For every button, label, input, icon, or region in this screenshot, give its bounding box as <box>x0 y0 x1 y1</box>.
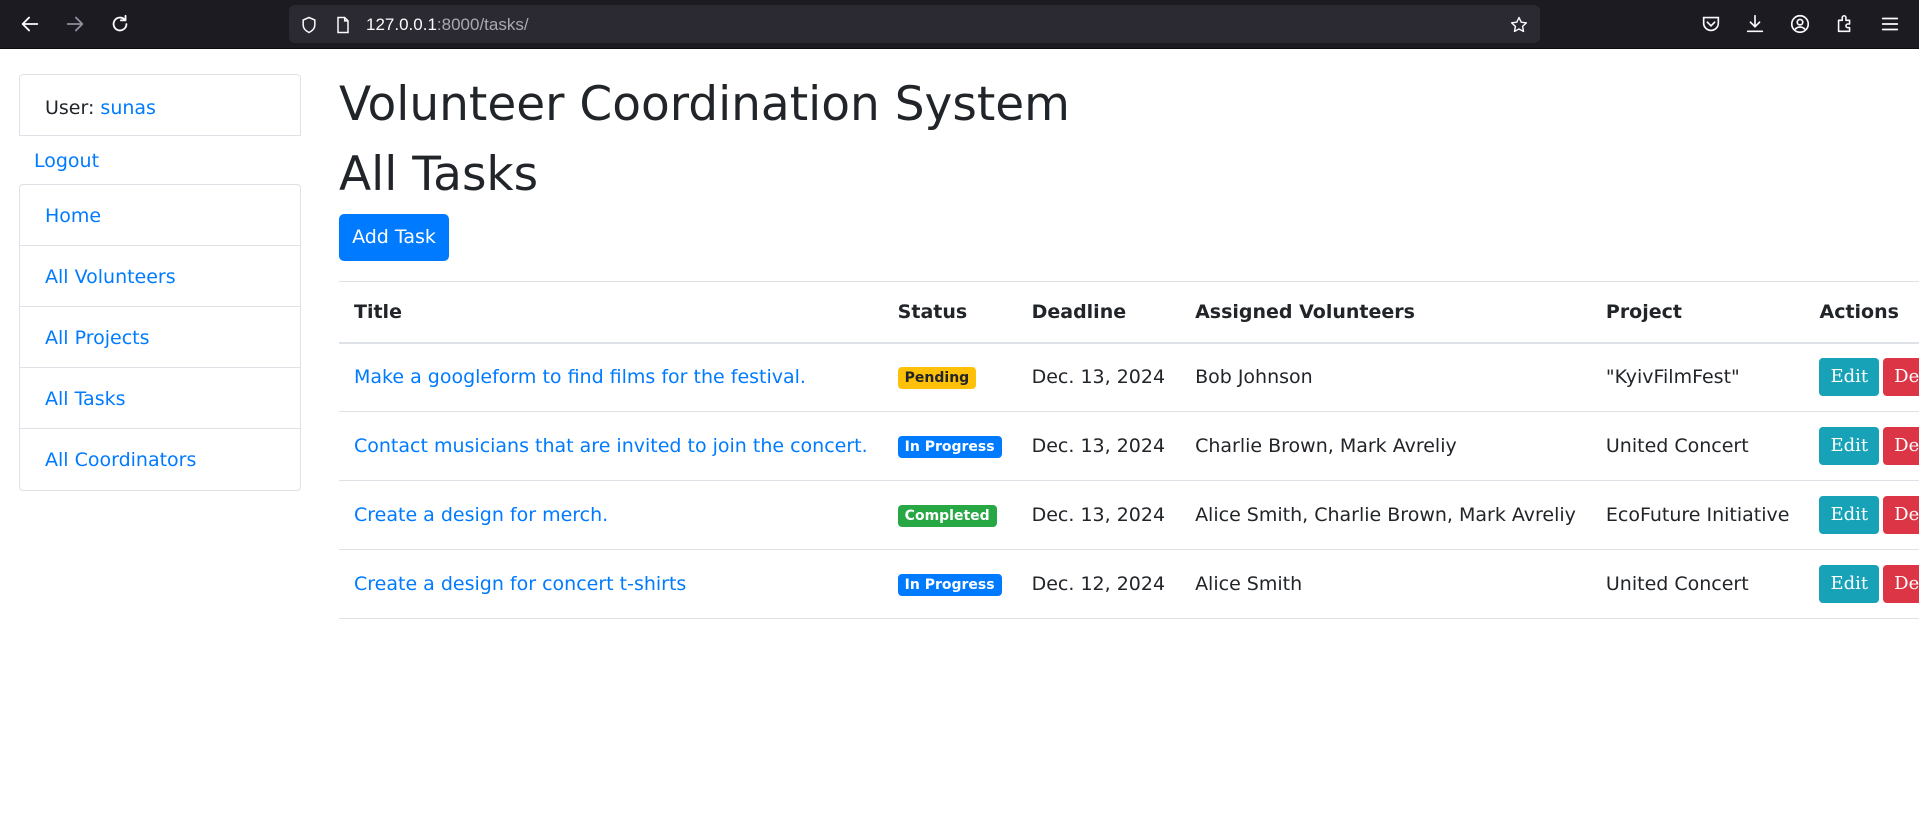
pocket-icon[interactable] <box>1699 12 1723 36</box>
sidebar-item-all-projects[interactable]: All Projects <box>20 307 300 368</box>
delete-button[interactable]: Delete <box>1883 358 1919 397</box>
user-info: User: sunas <box>19 74 301 136</box>
sidebar-nav: Home All Volunteers All Projects All Tas… <box>19 184 301 491</box>
status-badge: In Progress <box>897 574 1002 596</box>
edit-button[interactable]: Edit <box>1819 565 1880 603</box>
edit-button[interactable]: Edit <box>1819 427 1880 465</box>
edit-button[interactable]: Edit <box>1819 496 1880 534</box>
table-header-row: Title Status Deadline Assigned Volunteer… <box>339 281 1919 344</box>
task-title-link[interactable]: Contact musicians that are invited to jo… <box>354 435 868 457</box>
table-row: Make a googleform to find films for the … <box>339 342 1919 412</box>
sidebar-item-home[interactable]: Home <box>20 185 300 246</box>
add-task-button[interactable]: Add Task <box>339 214 449 261</box>
page-icon[interactable] <box>333 15 353 35</box>
table-row: Contact musicians that are invited to jo… <box>339 411 1919 481</box>
deadline-cell: Dec. 13, 2024 <box>1016 411 1181 481</box>
project-cell: United Concert <box>1590 411 1805 481</box>
account-icon[interactable] <box>1788 12 1812 36</box>
user-name-link[interactable]: sunas <box>100 97 156 119</box>
table-row: Create a design for concert t-shirts In … <box>339 549 1919 619</box>
delete-button[interactable]: Delete <box>1883 565 1919 603</box>
table-row: Create a design for merch. Completed Dec… <box>339 480 1919 550</box>
project-cell: "KyivFilmFest" <box>1590 342 1805 412</box>
sidebar-item-all-coordinators[interactable]: All Coordinators <box>20 429 300 490</box>
task-title-link[interactable]: Create a design for merch. <box>354 504 608 526</box>
column-header-project: Project <box>1590 281 1805 344</box>
sidebar-item-all-volunteers[interactable]: All Volunteers <box>20 246 300 307</box>
column-header-assigned-volunteers: Assigned Volunteers <box>1180 281 1591 344</box>
download-icon[interactable] <box>1743 12 1767 36</box>
project-cell: EcoFuture Initiative <box>1590 480 1805 550</box>
tasks-table: Title Status Deadline Assigned Volunteer… <box>339 281 1919 619</box>
logout-link[interactable]: Logout <box>19 136 301 184</box>
volunteers-cell: Bob Johnson <box>1180 342 1591 412</box>
column-header-title: Title <box>339 281 883 344</box>
column-header-status: Status <box>882 281 1017 344</box>
status-badge: In Progress <box>897 436 1002 458</box>
volunteers-cell: Alice Smith <box>1180 549 1591 619</box>
delete-button[interactable]: Delete <box>1883 496 1919 534</box>
page-title: All Tasks <box>339 147 539 202</box>
reload-icon[interactable] <box>108 12 132 36</box>
user-label: User: <box>45 97 101 119</box>
forward-arrow-icon[interactable] <box>63 12 87 36</box>
status-badge: Completed <box>897 505 997 527</box>
deadline-cell: Dec. 12, 2024 <box>1016 549 1181 619</box>
app-title: Volunteer Coordination System <box>339 77 1070 132</box>
delete-button[interactable]: Delete <box>1883 427 1919 465</box>
edit-button[interactable]: Edit <box>1819 358 1880 397</box>
page-content: User: sunas Logout Home All Volunteers A… <box>0 49 1919 817</box>
project-cell: United Concert <box>1590 549 1805 619</box>
task-title-link[interactable]: Make a googleform to find films for the … <box>354 366 806 388</box>
volunteers-cell: Charlie Brown, Mark Avreliy <box>1180 411 1591 481</box>
status-badge: Pending <box>897 367 977 390</box>
deadline-cell: Dec. 13, 2024 <box>1016 480 1181 550</box>
shield-icon[interactable] <box>299 15 319 35</box>
url-host: 127.0.0.1 <box>366 15 437 34</box>
sidebar-item-all-tasks[interactable]: All Tasks <box>20 368 300 429</box>
url-path: :8000/tasks/ <box>436 15 529 34</box>
back-arrow-icon[interactable] <box>18 12 42 36</box>
column-header-actions: Actions <box>1804 281 1919 344</box>
task-title-link[interactable]: Create a design for concert t-shirts <box>354 573 686 595</box>
bookmark-star-icon[interactable] <box>1509 15 1529 35</box>
extensions-icon[interactable] <box>1833 12 1857 36</box>
deadline-cell: Dec. 13, 2024 <box>1016 342 1181 412</box>
url-text[interactable]: 127.0.0.1:8000/tasks/ <box>366 15 529 35</box>
menu-icon[interactable] <box>1878 12 1902 36</box>
browser-toolbar: 127.0.0.1:8000/tasks/ <box>0 0 1919 49</box>
volunteers-cell: Alice Smith, Charlie Brown, Mark Avreliy <box>1180 480 1591 550</box>
url-bar[interactable]: 127.0.0.1:8000/tasks/ <box>289 5 1540 43</box>
sidebar: User: sunas Logout Home All Volunteers A… <box>19 74 301 491</box>
column-header-deadline: Deadline <box>1016 281 1181 344</box>
